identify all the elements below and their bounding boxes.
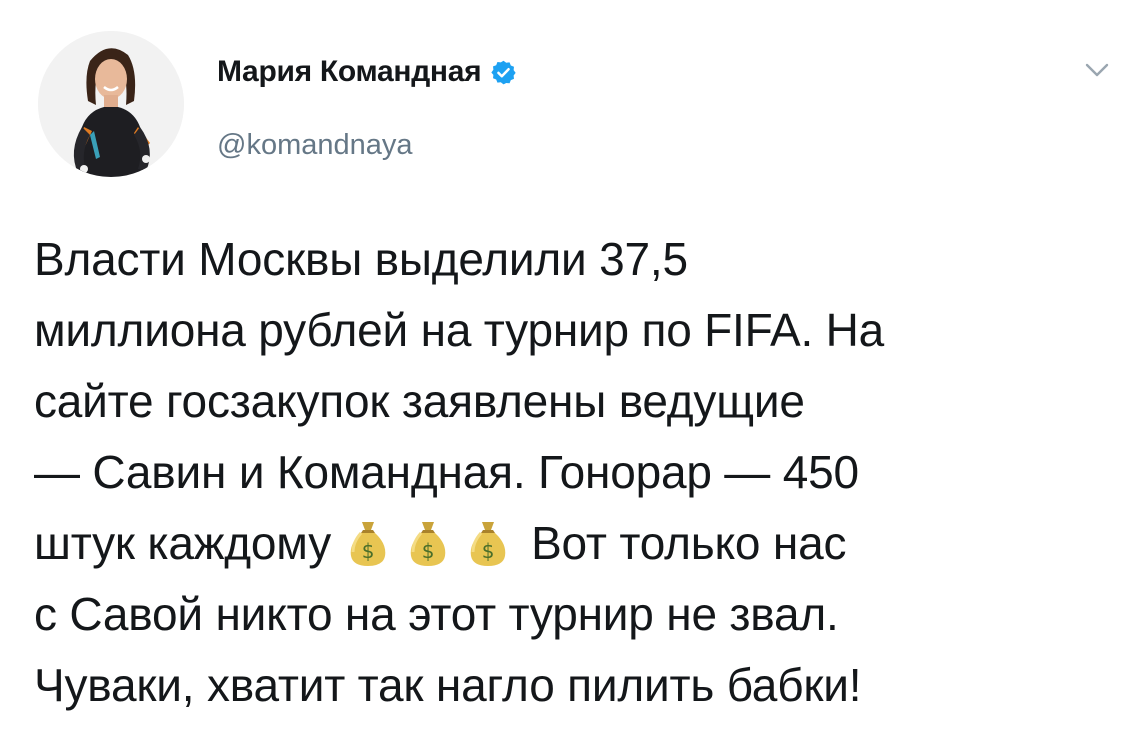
money-bag-icon: $ bbox=[410, 522, 446, 566]
money-bag-icon: $ bbox=[350, 522, 386, 566]
svg-text:$: $ bbox=[482, 539, 495, 563]
tweet-text-line: миллиона рублей на турнир по FIFA. На bbox=[34, 304, 885, 356]
svg-text:$: $ bbox=[422, 539, 435, 563]
chevron-down-icon[interactable] bbox=[1084, 60, 1110, 80]
svg-text:$: $ bbox=[362, 539, 375, 563]
tweet-text-line: с Савой никто на этот турнир не звал. bbox=[34, 588, 839, 640]
tweet-text-line: Власти Москвы выделили 37,5 bbox=[34, 233, 688, 285]
tweet-text-line: штук каждому $ $ $ Вот только нас bbox=[34, 508, 1124, 579]
money-bag-icon: $ bbox=[470, 522, 506, 566]
tweet-text-segment: штук каждому bbox=[34, 517, 332, 569]
tweet-text-line: Чуваки, хватит так нагло пилить бабки! bbox=[34, 659, 862, 711]
avatar[interactable] bbox=[38, 31, 184, 177]
tweet-text-line: — Савин и Командная. Гонорар — 450 bbox=[34, 446, 859, 498]
author-name-text[interactable]: Мария Командная bbox=[217, 55, 482, 89]
tweet-text-line: сайте госзакупок заявлены ведущие bbox=[34, 375, 805, 427]
verified-badge-icon bbox=[491, 60, 516, 84]
tweet-card: Мария Командная @komandnaya Власти Москв… bbox=[0, 0, 1140, 750]
avatar-photo bbox=[38, 31, 184, 177]
author-name[interactable]: Мария Командная bbox=[217, 55, 517, 89]
tweet-text-segment: Вот только нас bbox=[531, 517, 847, 569]
author-handle[interactable]: @komandnaya bbox=[217, 129, 413, 162]
money-bag-emoji-group: $ $ $ bbox=[331, 508, 527, 579]
tweet-text: Власти Москвы выделили 37,5 миллиона руб… bbox=[34, 224, 1124, 721]
